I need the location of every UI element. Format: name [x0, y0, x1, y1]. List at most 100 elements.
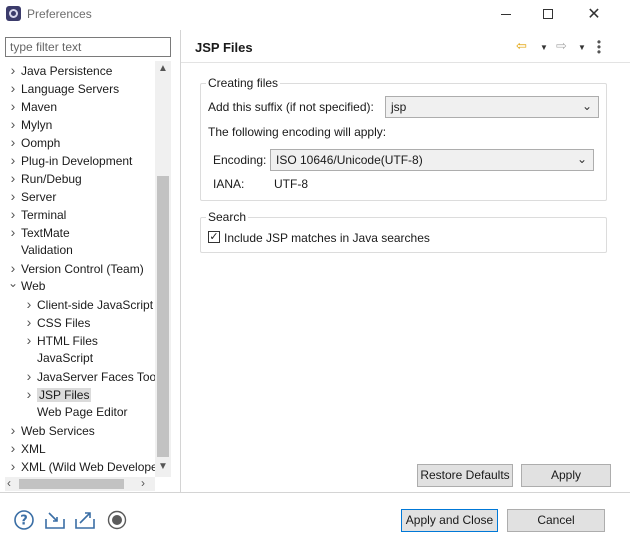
tree-item-label: TextMate — [21, 226, 70, 240]
tree-item-label: XML — [21, 442, 46, 456]
preferences-tree: Java Persistence Language Servers Maven Myl… — [5, 61, 171, 477]
maximize-button[interactable] — [528, 3, 568, 25]
iana-value: UTF-8 — [274, 177, 308, 191]
chevron-right-icon[interactable] — [23, 296, 35, 315]
chevron-right-icon[interactable] — [7, 458, 19, 477]
chevron-right-icon[interactable] — [23, 332, 35, 351]
tree-item[interactable]: Web — [7, 278, 45, 295]
tree-item-label: XML (Wild Web Developer) — [21, 460, 166, 474]
tree-item[interactable]: Web Page Editor — [23, 404, 128, 421]
tree-item[interactable]: JavaScript — [23, 350, 93, 367]
forward-dropdown-icon[interactable]: ▼ — [578, 43, 586, 61]
scroll-right-icon[interactable]: › — [141, 476, 145, 490]
scroll-up-icon[interactable]: ▲ — [158, 63, 168, 74]
chevron-right-icon[interactable] — [7, 422, 19, 441]
export-icon[interactable] — [74, 509, 96, 531]
minimize-button[interactable] — [486, 3, 526, 25]
tree-item-label: Language Servers — [21, 82, 120, 96]
tree-item[interactable]: Mylyn — [7, 116, 52, 133]
tree-item-label: Server — [21, 190, 57, 204]
chevron-right-icon[interactable] — [7, 170, 19, 189]
chevron-right-icon[interactable] — [23, 386, 35, 405]
chevron-right-icon[interactable] — [7, 188, 19, 207]
chevron-down-icon: ⌄ — [581, 99, 592, 113]
tree-item[interactable]: Server — [7, 188, 56, 205]
tree-item[interactable]: XML (Wild Web Developer) — [7, 458, 166, 475]
include-jsp-matches-label[interactable]: Include JSP matches in Java searches — [224, 231, 430, 245]
record-icon[interactable] — [106, 509, 128, 531]
tree-item-label: Terminal — [21, 208, 67, 222]
tree-item-label: Client-side JavaScript — [37, 298, 154, 312]
tree-item[interactable]: HTML Files — [23, 332, 98, 349]
footer-separator — [0, 492, 630, 493]
title-bar: Preferences ✕ — [0, 0, 630, 28]
tree-item[interactable]: JavaServer Faces Tools — [23, 368, 165, 385]
window-title: Preferences — [27, 7, 92, 21]
iana-label: IANA: — [213, 177, 245, 191]
chevron-right-icon[interactable] — [7, 152, 19, 171]
tree-item[interactable]: Plug-in Development — [7, 152, 132, 169]
tree-item[interactable]: Maven — [7, 98, 57, 115]
tree-item-label: CSS Files — [37, 316, 91, 330]
tree-item[interactable]: Language Servers — [7, 80, 119, 97]
tree-vertical-scrollbar[interactable]: ▲ ▼ — [155, 61, 171, 477]
restore-defaults-button[interactable]: Restore Defaults — [417, 464, 513, 487]
forward-arrow-icon[interactable]: ⇨ — [556, 38, 567, 56]
scrollbar-thumb[interactable] — [157, 176, 169, 457]
chevron-right-icon[interactable] — [7, 116, 19, 135]
chevron-right-icon[interactable] — [7, 62, 19, 81]
tree-item[interactable]: Version Control (Team) — [7, 260, 144, 277]
help-icon[interactable]: ? — [13, 509, 35, 531]
chevron-right-icon[interactable] — [7, 98, 19, 117]
tree-item[interactable]: XML — [7, 440, 46, 457]
tree-item[interactable]: Validation — [7, 242, 73, 259]
chevron-right-icon[interactable] — [7, 440, 19, 459]
chevron-down-icon[interactable] — [7, 278, 19, 296]
scrollbar-thumb[interactable] — [19, 479, 124, 489]
tree-item[interactable]: Terminal — [7, 206, 66, 223]
tree-item-label: Run/Debug — [21, 172, 82, 186]
back-dropdown-icon[interactable]: ▼ — [540, 43, 548, 61]
chevron-right-icon[interactable] — [7, 134, 19, 153]
suffix-combo[interactable]: jsp ⌄ — [385, 96, 599, 118]
chevron-right-icon[interactable] — [23, 368, 35, 387]
view-menu-icon[interactable]: • • • — [596, 36, 602, 58]
tree-item[interactable]: JSP Files — [23, 386, 92, 405]
filter-input[interactable] — [5, 37, 171, 57]
encoding-value: ISO 10646/Unicode(UTF-8) — [276, 153, 423, 167]
tree-item[interactable]: Oomph — [7, 134, 60, 151]
tree-item[interactable]: TextMate — [7, 224, 70, 241]
maximize-icon — [543, 9, 553, 19]
tree-item-label: Web — [21, 279, 46, 293]
chevron-right-icon[interactable] — [23, 314, 35, 333]
tree-horizontal-scrollbar[interactable]: ‹ › — [5, 476, 155, 491]
back-arrow-icon[interactable]: ⇦ — [516, 38, 527, 56]
chevron-right-icon[interactable] — [7, 206, 19, 225]
tree-item[interactable]: CSS Files — [23, 314, 90, 331]
chevron-down-icon: ⌄ — [576, 152, 587, 166]
pane-divider[interactable] — [180, 30, 181, 492]
suffix-label: Add this suffix (if not specified): — [208, 100, 374, 114]
apply-and-close-button[interactable]: Apply and Close — [401, 509, 498, 532]
tree-item[interactable]: Java Persistence — [7, 62, 112, 79]
tree-item-label: Mylyn — [21, 118, 53, 132]
import-icon[interactable] — [44, 509, 66, 531]
tree-item-label: Oomph — [21, 136, 61, 150]
tree-item[interactable]: Client-side JavaScript — [23, 296, 153, 313]
chevron-right-icon[interactable] — [7, 224, 19, 243]
close-button[interactable]: ✕ — [574, 3, 614, 25]
encoding-combo[interactable]: ISO 10646/Unicode(UTF-8) ⌄ — [270, 149, 594, 171]
tree-item-label: Web Page Editor — [37, 405, 128, 419]
suffix-value: jsp — [391, 100, 407, 114]
tree-item[interactable]: Run/Debug — [7, 170, 82, 187]
scroll-left-icon[interactable]: ‹ — [7, 476, 11, 490]
scroll-down-icon[interactable]: ▼ — [158, 461, 168, 472]
tree-item[interactable]: Web Services — [7, 422, 95, 439]
apply-button[interactable]: Apply — [521, 464, 611, 487]
tree-item-label: JavaServer Faces Tools — [37, 370, 165, 384]
tree-item-label: HTML Files — [37, 334, 98, 348]
close-icon: ✕ — [587, 6, 601, 23]
cancel-button[interactable]: Cancel — [507, 509, 605, 532]
chevron-right-icon[interactable] — [7, 80, 19, 99]
include-jsp-matches-checkbox[interactable]: ✓ — [208, 231, 220, 243]
